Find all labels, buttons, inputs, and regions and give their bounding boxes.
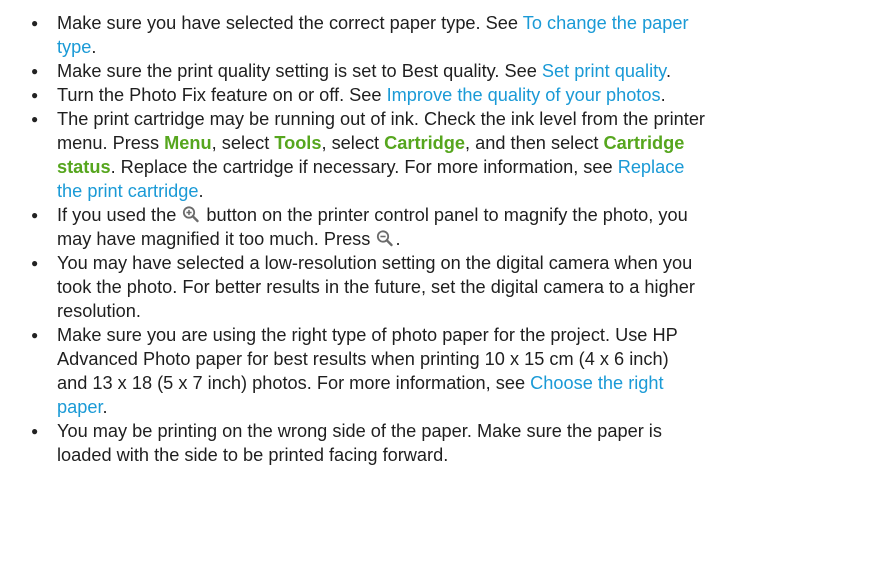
bullet: ● <box>31 424 39 438</box>
ui-term-tools: Tools <box>274 133 322 153</box>
bullet: ● <box>31 88 39 102</box>
zoom-in-icon <box>181 205 201 223</box>
bullet: ● <box>31 328 39 342</box>
bullet: ● <box>31 208 39 222</box>
zoom-out-icon <box>375 229 395 247</box>
item-text: You may have selected a low-resolution s… <box>57 253 695 321</box>
bullet: ● <box>31 256 39 270</box>
item-text: Turn the Photo Fix feature on or off. Se… <box>57 85 666 105</box>
troubleshooting-document: ● Make sure you have selected the correc… <box>0 0 889 562</box>
item-text: The print cartridge may be running out o… <box>57 109 705 201</box>
bullet: ● <box>31 16 39 30</box>
item-text: If you used the button on the printer co… <box>57 205 688 249</box>
bullet: ● <box>31 64 39 78</box>
link-set-print-quality[interactable]: Set print quality <box>542 61 666 81</box>
link-improve-photo-quality[interactable]: Improve the quality of your photos <box>387 85 661 105</box>
ui-term-menu: Menu <box>164 133 212 153</box>
link-choose-right-paper-cont[interactable]: paper <box>57 397 103 417</box>
item-text: Make sure you have selected the correct … <box>57 13 689 57</box>
bullet: ● <box>31 112 39 126</box>
item-text: Make sure the print quality setting is s… <box>57 61 671 81</box>
ui-term-cartridge-status: Cartridge <box>603 133 685 153</box>
item-text: Make sure you are using the right type o… <box>57 325 678 417</box>
link-replace-cartridge[interactable]: Replace <box>618 157 685 177</box>
item-text: You may be printing on the wrong side of… <box>57 421 662 465</box>
link-change-paper-type-cont[interactable]: type <box>57 37 91 57</box>
ui-term-cartridge: Cartridge <box>384 133 466 153</box>
ui-term-cartridge-status-cont: status <box>57 157 111 177</box>
link-choose-right-paper[interactable]: Choose the right <box>530 373 663 393</box>
link-replace-cartridge-cont[interactable]: the print cartridge <box>57 181 199 201</box>
link-change-paper-type[interactable]: To change the paper <box>523 13 689 33</box>
